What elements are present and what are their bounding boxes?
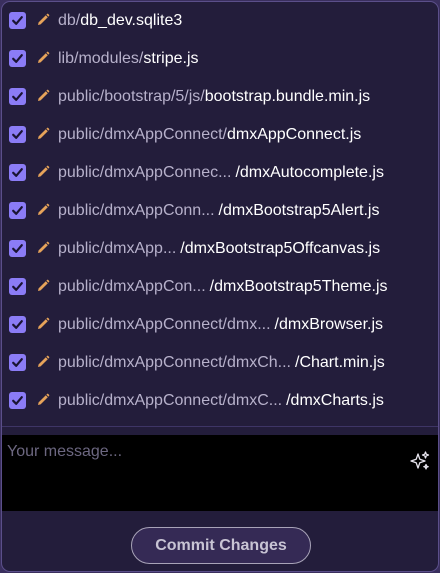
file-directory: lib/modules/	[58, 50, 144, 67]
file-checkbox[interactable]	[9, 354, 26, 371]
file-directory: public/bootstrap/5/js/	[58, 88, 205, 105]
file-path: lib/modules/stripe.js	[58, 48, 430, 70]
pencil-icon[interactable]	[36, 89, 50, 103]
file-row[interactable]: public/dmxAppConnec.../dmxAutocomplete.j…	[2, 154, 438, 192]
file-checkbox[interactable]	[9, 240, 26, 257]
file-path: public/dmxAppConn.../dmxBootstrap5Alert.…	[58, 200, 430, 222]
file-row[interactable]: db/db_dev.sqlite3	[2, 2, 438, 40]
file-name: bootstrap.bundle.min.js	[204, 88, 371, 105]
checkmark-icon	[12, 282, 23, 291]
file-checkbox[interactable]	[9, 50, 26, 67]
file-name: /dmxBootstrap5Offcanvas.js	[180, 240, 381, 257]
file-row[interactable]: lib/modules/stripe.js	[2, 40, 438, 78]
pencil-icon[interactable]	[36, 317, 50, 331]
file-row[interactable]: public/dmxAppConnect/dmxC.../dmxCharts.j…	[2, 382, 438, 420]
file-checkbox[interactable]	[9, 392, 26, 409]
file-checkbox[interactable]	[9, 202, 26, 219]
changed-files-list: db/db_dev.sqlite3 lib/modules/stripe.js pu…	[2, 2, 438, 427]
file-name: db_dev.sqlite3	[80, 12, 183, 29]
file-directory: public/dmxAppConn...	[58, 202, 215, 219]
file-name: /dmxBootstrap5Theme.js	[209, 278, 388, 295]
file-name: /dmxCharts.js	[286, 392, 384, 409]
file-directory: public/dmxApp...	[58, 240, 177, 257]
file-directory: public/dmxAppConnect/dmxCh...	[58, 354, 291, 371]
commit-changes-button[interactable]: Commit Changes	[131, 527, 311, 564]
pencil-icon[interactable]	[36, 355, 50, 369]
file-directory: db/	[58, 12, 81, 29]
pencil-icon[interactable]	[36, 51, 50, 65]
file-path: public/dmxApp.../dmxBootstrap5Offcanvas.…	[58, 238, 430, 260]
checkmark-icon	[12, 396, 23, 405]
checkmark-icon	[12, 320, 23, 329]
pencil-icon[interactable]	[36, 203, 50, 217]
file-checkbox[interactable]	[9, 278, 26, 295]
pencil-icon[interactable]	[36, 241, 50, 255]
file-row[interactable]: public/dmxApp.../dmxBootstrap5Offcanvas.…	[2, 230, 438, 268]
pencil-icon[interactable]	[36, 393, 50, 407]
file-directory: public/dmxAppConnect/	[58, 126, 227, 143]
file-row[interactable]: public/dmxAppCon.../dmxBootstrap5Theme.j…	[2, 268, 438, 306]
file-name: /Chart.min.js	[295, 354, 385, 371]
pencil-icon[interactable]	[36, 127, 50, 141]
sparkle-icon[interactable]	[409, 450, 431, 472]
commit-message-box	[2, 435, 438, 511]
file-row[interactable]: public/dmxAppConn.../dmxBootstrap5Alert.…	[2, 192, 438, 230]
file-row[interactable]: public/dmxAppConnect/dmxAppConnect.js	[2, 116, 438, 154]
pencil-icon[interactable]	[36, 165, 50, 179]
checkmark-icon	[12, 54, 23, 63]
checkmark-icon	[12, 358, 23, 367]
file-name: stripe.js	[143, 50, 199, 67]
file-row[interactable]: public/bootstrap/5/js/bootstrap.bundle.m…	[2, 78, 438, 116]
file-row[interactable]: public/dmxAppConnect/dmx.../dmxBrowser.j…	[2, 306, 438, 344]
file-checkbox[interactable]	[9, 126, 26, 143]
checkmark-icon	[12, 244, 23, 253]
file-directory: public/dmxAppConnect/dmxC...	[58, 392, 283, 409]
file-row[interactable]: public/dmxAppConnect/dmxCh.../Chart.min.…	[2, 344, 438, 382]
file-directory: public/dmxAppConnec...	[58, 164, 232, 181]
file-path: public/dmxAppConnect/dmxAppConnect.js	[58, 124, 430, 146]
pencil-icon[interactable]	[36, 13, 50, 27]
file-path: public/dmxAppConnect/dmxC.../dmxCharts.j…	[58, 390, 430, 412]
file-checkbox[interactable]	[9, 164, 26, 181]
source-control-panel: db/db_dev.sqlite3 lib/modules/stripe.js pu…	[1, 1, 439, 572]
file-checkbox[interactable]	[9, 12, 26, 29]
checkmark-icon	[12, 92, 23, 101]
file-path: public/bootstrap/5/js/bootstrap.bundle.m…	[58, 86, 430, 108]
file-checkbox[interactable]	[9, 88, 26, 105]
checkmark-icon	[12, 130, 23, 139]
pencil-icon[interactable]	[36, 279, 50, 293]
file-path: db/db_dev.sqlite3	[58, 10, 430, 32]
file-directory: public/dmxAppConnect/dmx...	[58, 316, 271, 333]
file-name: /dmxBootstrap5Alert.js	[218, 202, 380, 219]
file-path: public/dmxAppConnect/dmxCh.../Chart.min.…	[58, 352, 430, 374]
file-path: public/dmxAppConnect/dmx.../dmxBrowser.j…	[58, 314, 430, 336]
file-directory: public/dmxAppCon...	[58, 278, 206, 295]
checkmark-icon	[12, 168, 23, 177]
checkmark-icon	[12, 206, 23, 215]
commit-message-input[interactable]	[2, 435, 402, 505]
file-name: /dmxAutocomplete.js	[235, 164, 384, 181]
file-name: dmxAppConnect.js	[226, 126, 362, 143]
file-checkbox[interactable]	[9, 316, 26, 333]
file-name: /dmxBrowser.js	[274, 316, 384, 333]
file-path: public/dmxAppCon.../dmxBootstrap5Theme.j…	[58, 276, 430, 298]
file-path: public/dmxAppConnec.../dmxAutocomplete.j…	[58, 162, 430, 184]
checkmark-icon	[12, 16, 23, 25]
